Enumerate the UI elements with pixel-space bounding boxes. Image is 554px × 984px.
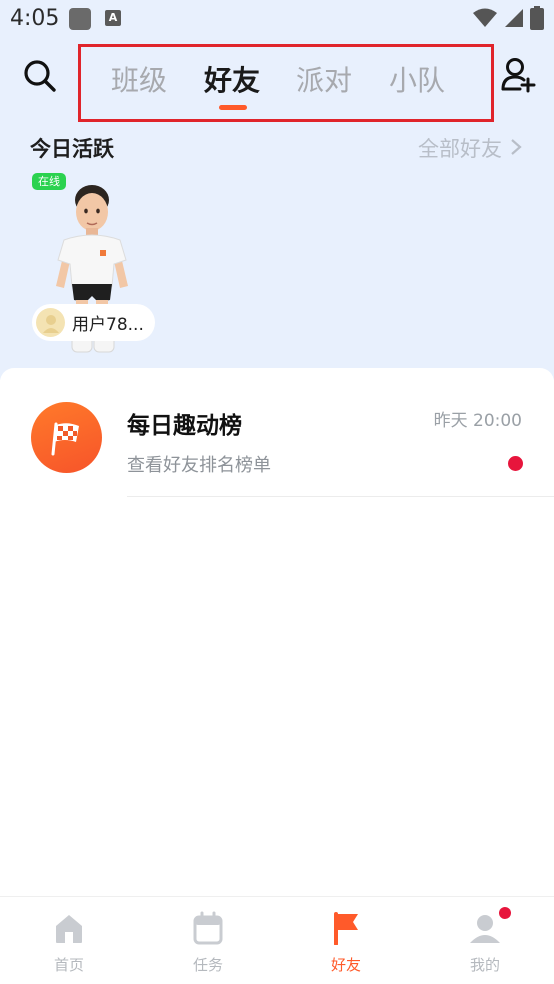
nav-label-friends: 好友 <box>330 956 361 974</box>
status-time: 4:05 <box>10 6 60 31</box>
conversation-list: 每日趣动榜 查看好友排名榜单 昨天 20:00 <box>0 368 554 898</box>
nav-item-tasks[interactable]: 任务 <box>148 897 268 984</box>
signal-icon <box>504 9 523 27</box>
active-today-title: 今日活跃 <box>30 137 114 161</box>
search-button[interactable] <box>22 58 58 94</box>
nav-item-me[interactable]: 我的 <box>425 897 545 984</box>
nav-item-home[interactable]: 首页 <box>9 897 129 984</box>
active-tab-indicator <box>219 105 247 110</box>
text-notification-icon: A <box>105 10 121 26</box>
app-notification-icon <box>69 8 91 30</box>
wifi-icon <box>472 8 497 27</box>
nav-label-me: 我的 <box>469 956 500 974</box>
flag-icon <box>334 912 358 945</box>
checkered-flag-icon <box>31 402 102 473</box>
unread-dot <box>508 456 523 471</box>
profile-icon <box>470 915 500 943</box>
user-avatar-icon <box>36 308 65 337</box>
tab-friends[interactable]: 好友 <box>204 59 260 99</box>
status-icons <box>472 6 544 32</box>
tab-bar: 班级 好友 派对 小队 <box>78 44 494 122</box>
add-friend-button[interactable] <box>500 56 538 94</box>
item-subtitle: 查看好友排名榜单 <box>127 455 271 476</box>
tab-squad[interactable]: 小队 <box>389 59 445 99</box>
item-time: 昨天 20:00 <box>433 411 522 431</box>
nav-label-home: 首页 <box>53 956 84 974</box>
user-name: 用户78... <box>72 315 144 335</box>
all-friends-link[interactable]: 全部好友 <box>418 133 522 163</box>
item-title: 每日趣动榜 <box>127 413 242 439</box>
divider <box>127 496 554 497</box>
search-icon <box>24 60 56 92</box>
nav-label-tasks: 任务 <box>192 956 223 974</box>
status-bar: 4:05 A <box>0 0 554 38</box>
calendar-icon <box>193 911 223 945</box>
chevron-right-icon <box>511 139 522 155</box>
nav-item-friends[interactable]: 好友 <box>286 897 406 984</box>
user-chip: 用户78... <box>32 304 155 341</box>
tab-party[interactable]: 派对 <box>296 59 352 99</box>
add-user-icon <box>501 58 536 93</box>
tab-class[interactable]: 班级 <box>111 59 167 99</box>
all-friends-label: 全部好友 <box>418 137 502 161</box>
bottom-nav: 首页 任务 好友 我的 <box>0 896 554 984</box>
notification-dot <box>499 907 511 919</box>
home-icon <box>56 915 82 943</box>
battery-icon <box>530 6 544 30</box>
list-item[interactable]: 每日趣动榜 查看好友排名榜单 昨天 20:00 <box>0 368 554 498</box>
